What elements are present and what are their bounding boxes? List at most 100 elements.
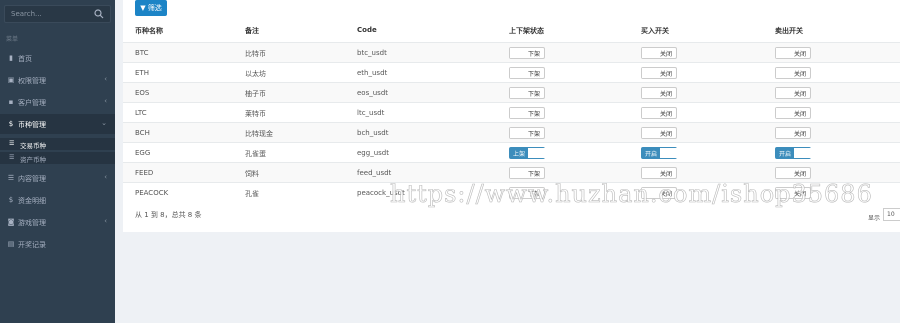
- buy-toggle[interactable]: 关闭: [641, 167, 677, 179]
- sidebar-item-permissions[interactable]: ▣ 权限管理 ‹: [0, 70, 115, 90]
- toggle-knob: [510, 48, 528, 58]
- toggle-knob: [528, 148, 546, 158]
- cell-note: 孔雀: [245, 190, 259, 198]
- column-header-sell[interactable]: 卖出开关: [775, 26, 803, 36]
- toggle-knob: [510, 168, 528, 178]
- cell-note: 比特币: [245, 50, 266, 58]
- toggle-knob: [642, 168, 660, 178]
- main-area: ▼ 筛选 币种名称 备注 Code 上下架状态 买入开关 卖出开关 BTC 比特币…: [115, 0, 900, 323]
- cell-name: BTC: [135, 49, 149, 57]
- sidebar-item-games[interactable]: ◙ 游戏管理 ‹: [0, 212, 115, 232]
- toggle-knob: [660, 148, 678, 158]
- toggle-label: 关闭: [659, 51, 672, 58]
- column-header-code[interactable]: Code: [357, 26, 377, 34]
- sidebar-subitem-asset-currency[interactable]: ☰ 资产币种: [0, 152, 115, 164]
- search-icon[interactable]: [94, 9, 104, 19]
- buy-toggle[interactable]: 开启: [641, 147, 678, 159]
- column-header-status[interactable]: 上下架状态: [509, 26, 544, 36]
- toggle-knob: [642, 88, 660, 98]
- filter-button-label: 筛选: [147, 4, 162, 12]
- toggle-knob: [642, 48, 660, 58]
- table-row: EOS 柚子币 eos_usdt 下架 关闭 关闭: [123, 82, 900, 102]
- sell-toggle[interactable]: 关闭: [775, 67, 811, 79]
- column-header-name[interactable]: 币种名称: [135, 26, 163, 36]
- table-row: BCH 比特现金 bch_usdt 下架 关闭 关闭: [123, 122, 900, 142]
- toggle-label: 下架: [527, 91, 540, 98]
- buy-toggle[interactable]: 关闭: [641, 47, 677, 59]
- status-toggle[interactable]: 上架: [509, 147, 546, 159]
- status-toggle[interactable]: 下架: [509, 167, 545, 179]
- toggle-label: 关闭: [659, 91, 672, 98]
- cell-code: feed_usdt: [357, 169, 392, 177]
- toggle-knob: [642, 68, 660, 78]
- bar-chart-icon: ▮: [9, 54, 13, 62]
- toggle-knob: [510, 88, 528, 98]
- cell-name: FEED: [135, 169, 154, 177]
- chevron-down-icon: ⌄: [101, 119, 107, 127]
- sidebar-item-customers[interactable]: ▪ 客户管理 ‹: [0, 92, 115, 112]
- toggle-label: 关闭: [793, 111, 806, 118]
- toggle-label: 上架: [513, 151, 526, 158]
- sell-toggle[interactable]: 关闭: [775, 107, 811, 119]
- toggle-knob: [642, 108, 660, 118]
- sidebar-item-label: 币种管理: [18, 121, 46, 129]
- cell-code: ltc_usdt: [357, 109, 385, 117]
- sell-toggle[interactable]: 关闭: [775, 47, 811, 59]
- buy-toggle[interactable]: 关闭: [641, 107, 677, 119]
- sidebar-subitem-label: 资产币种: [20, 156, 46, 164]
- status-toggle[interactable]: 下架: [509, 107, 545, 119]
- buy-toggle[interactable]: 关闭: [641, 87, 677, 99]
- sidebar-item-label: 开奖记录: [18, 241, 46, 249]
- sell-toggle[interactable]: 关闭: [775, 127, 811, 139]
- status-toggle[interactable]: 下架: [509, 87, 545, 99]
- chevron-left-icon: ‹: [104, 75, 107, 83]
- search-placeholder: Search...: [11, 10, 42, 18]
- list-icon: ☰: [7, 174, 15, 182]
- cell-note: 比特现金: [245, 130, 273, 138]
- toggle-knob: [642, 128, 660, 138]
- status-toggle[interactable]: 下架: [509, 67, 545, 79]
- table-row: FEED 饲料 feed_usdt 下架 关闭 关闭: [123, 162, 900, 182]
- sidebar-subitem-trading-currency[interactable]: ☰ 交易币种: [0, 138, 115, 150]
- cell-code: btc_usdt: [357, 49, 387, 57]
- column-header-note[interactable]: 备注: [245, 26, 259, 36]
- dollar-icon: $: [8, 196, 14, 204]
- chevron-left-icon: ‹: [104, 97, 107, 105]
- toggle-knob: [794, 148, 812, 158]
- status-toggle[interactable]: 下架: [509, 127, 545, 139]
- page-size-label: 显示: [868, 215, 881, 222]
- status-toggle[interactable]: 下架: [509, 47, 545, 59]
- sell-toggle[interactable]: 开启: [775, 147, 812, 159]
- toggle-label: 关闭: [659, 131, 672, 138]
- toggle-label: 关闭: [793, 71, 806, 78]
- cell-name: ETH: [135, 69, 149, 77]
- sell-toggle[interactable]: 关闭: [775, 167, 811, 179]
- list-icon: ☰: [9, 154, 15, 161]
- toggle-knob: [776, 68, 794, 78]
- sidebar-item-content[interactable]: ☰ 内容管理 ‹: [0, 168, 115, 188]
- cell-note: 柚子币: [245, 90, 266, 98]
- cell-name: PEACOCK: [135, 189, 169, 197]
- sidebar-item-home[interactable]: ▮ 首页: [0, 48, 115, 68]
- sell-toggle[interactable]: 关闭: [775, 87, 811, 99]
- page-size-select[interactable]: 10: [883, 208, 900, 221]
- column-header-buy[interactable]: 买入开关: [641, 26, 669, 36]
- chevron-left-icon: ‹: [104, 217, 107, 225]
- sidebar-item-currency[interactable]: $ 币种管理 ⌄: [0, 114, 115, 134]
- buy-toggle[interactable]: 关闭: [641, 67, 677, 79]
- table-row: EGG 孔雀蛋 egg_usdt 上架 开启 开启: [123, 142, 900, 162]
- sidebar-item-funds[interactable]: $ 资金明细: [0, 190, 115, 210]
- sidebar-item-label: 内容管理: [18, 175, 46, 183]
- toggle-label: 下架: [527, 111, 540, 118]
- watermark-text: https://www.huzhan.com/ishop35686: [390, 180, 873, 209]
- users-icon: ▪: [8, 98, 14, 106]
- cell-name: BCH: [135, 129, 150, 137]
- toggle-label: 关闭: [793, 171, 806, 178]
- cell-name: EGG: [135, 149, 151, 157]
- cell-note: 莱特币: [245, 110, 266, 118]
- sidebar-item-lottery[interactable]: ▤ 开奖记录: [0, 234, 115, 254]
- sidebar-search-input[interactable]: Search...: [4, 5, 111, 23]
- filter-button[interactable]: ▼ 筛选: [135, 0, 167, 16]
- buy-toggle[interactable]: 关闭: [641, 127, 677, 139]
- toggle-knob: [776, 88, 794, 98]
